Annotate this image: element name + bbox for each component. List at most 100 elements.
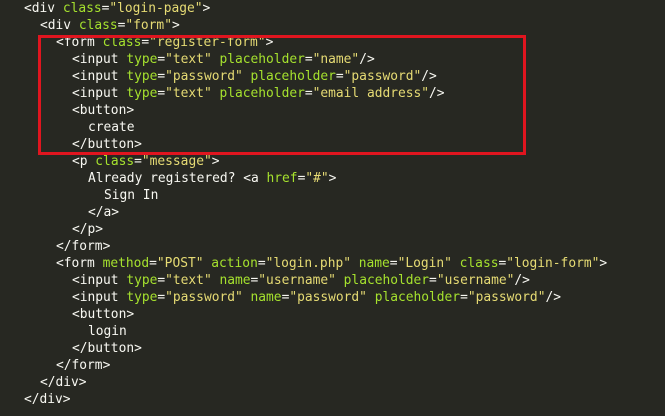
- code-line[interactable]: </form>: [8, 238, 607, 255]
- code-token-tag: [452, 256, 460, 271]
- code-line[interactable]: create: [8, 119, 607, 136]
- code-token-attr: placeholder: [374, 290, 461, 305]
- code-token-tag: =: [335, 69, 344, 84]
- code-token-tag: <form: [56, 256, 103, 271]
- code-token-attr: type: [126, 273, 158, 288]
- code-token-attr: type: [126, 69, 158, 84]
- code-line[interactable]: </button>: [8, 340, 607, 357]
- code-line[interactable]: </a>: [8, 204, 607, 221]
- code-line[interactable]: <form class="register-form">: [8, 34, 607, 51]
- code-line[interactable]: </p>: [8, 221, 607, 238]
- code-editor[interactable]: <div class="login-page"> <div class="form…: [0, 0, 665, 416]
- code-line[interactable]: login: [8, 323, 607, 340]
- code-token-tag: <input: [72, 86, 127, 101]
- code-token-tag: />: [514, 273, 530, 288]
- code-token-tag: =: [141, 35, 150, 50]
- code-line[interactable]: Sign In: [8, 187, 607, 204]
- code-line[interactable]: <input type="text" name="username" place…: [8, 272, 607, 289]
- code-token-tag: =: [157, 290, 166, 305]
- code-token-tag: />: [429, 86, 445, 101]
- code-token-tag: [336, 273, 344, 288]
- code-token-str: "register-form": [149, 35, 266, 50]
- code-token-tag: =: [157, 86, 166, 101]
- code-token-str: "password": [467, 290, 546, 305]
- code-token-attr: class: [102, 35, 142, 50]
- code-line[interactable]: Already registered? <a href="#">: [8, 170, 607, 187]
- code-line[interactable]: <div class="form">: [8, 17, 607, 34]
- code-line[interactable]: <input type="password" name="password" p…: [8, 289, 607, 306]
- code-token-tag: [243, 290, 251, 305]
- code-token-str: "password": [343, 69, 422, 84]
- code-line[interactable]: <div class="login-page">: [8, 0, 607, 17]
- code-line[interactable]: <button>: [8, 102, 607, 119]
- code-token-attr: placeholder: [219, 86, 305, 101]
- code-token-str: "email address": [312, 86, 430, 101]
- code-token-tag: >: [171, 18, 180, 33]
- code-token-tag: =: [134, 154, 142, 169]
- code-token-tag: />: [545, 290, 561, 305]
- code-token-tag: </button>: [72, 137, 142, 152]
- code-token-str: "name": [312, 52, 360, 67]
- code-line[interactable]: <button>: [8, 306, 607, 323]
- code-token-str: "text": [165, 52, 212, 67]
- code-line[interactable]: </form>: [8, 357, 607, 374]
- code-line[interactable]: <p class="message">: [8, 153, 607, 170]
- code-token-str: "#": [305, 171, 329, 186]
- code-token-tag: </div>: [40, 375, 87, 390]
- code-token-tag: </a>: [88, 205, 120, 220]
- code-token-attr: placeholder: [250, 69, 336, 84]
- code-token-attr: type: [126, 86, 158, 101]
- code-token-tag: >: [265, 35, 274, 50]
- code-token-tag: <button>: [72, 103, 135, 118]
- code-token-attr: class: [62, 1, 102, 16]
- code-token-str: "text": [165, 86, 212, 101]
- code-token-tag: =: [157, 273, 166, 288]
- code-token-tag: >: [202, 1, 211, 16]
- code-token-tag: =: [389, 256, 398, 271]
- code-token-tag: <input: [72, 290, 127, 305]
- code-token-attr: href: [266, 171, 298, 186]
- code-token-str: "username": [258, 273, 336, 288]
- code-token-tag: =: [460, 290, 468, 305]
- code-token-attr: method: [102, 256, 150, 271]
- code-token-str: "login.php": [265, 256, 351, 271]
- code-token-attr: type: [126, 290, 158, 305]
- code-line[interactable]: <input type="text" placeholder="email ad…: [8, 85, 607, 102]
- code-token-str: "password": [165, 69, 243, 84]
- code-token-tag: >: [599, 256, 608, 271]
- code-token-attr: class: [95, 154, 135, 169]
- code-token-str: "login-page": [109, 1, 203, 16]
- code-token-str: "text": [165, 273, 212, 288]
- code-line[interactable]: <input type="password" placeholder="pass…: [8, 68, 607, 85]
- code-token-txt: Already registered?: [88, 171, 244, 186]
- code-line[interactable]: </button>: [8, 136, 607, 153]
- code-token-tag: =: [257, 256, 266, 271]
- code-token-str: "password": [289, 290, 367, 305]
- code-line[interactable]: </div>: [8, 374, 607, 391]
- code-token-tag: </form>: [56, 239, 111, 254]
- code-token-attr: placeholder: [343, 273, 430, 288]
- code-token-txt: login: [88, 324, 127, 339]
- code-token-tag: [367, 290, 375, 305]
- code-token-tag: =: [304, 86, 313, 101]
- code-token-tag: </button>: [72, 341, 142, 356]
- code-token-tag: >: [328, 171, 337, 186]
- code-token-attr: class: [459, 256, 499, 271]
- code-token-str: "login-form": [506, 256, 600, 271]
- code-token-tag: <div: [24, 1, 63, 16]
- code-token-tag: [351, 256, 359, 271]
- code-line[interactable]: </div>: [8, 391, 607, 408]
- code-token-tag: </p>: [72, 222, 104, 237]
- code-token-tag: />: [359, 52, 375, 67]
- code-line[interactable]: <form method="POST" action="login.php" n…: [8, 255, 607, 272]
- code-token-tag: </div>: [24, 392, 71, 407]
- code-lines: <div class="login-page"> <div class="form…: [8, 0, 607, 408]
- code-token-tag: <button>: [72, 307, 135, 322]
- code-line[interactable]: <input type="text" placeholder="name"/>: [8, 51, 607, 68]
- code-token-tag: <input: [72, 69, 127, 84]
- code-token-tag: />: [421, 69, 437, 84]
- code-token-tag: >: [211, 154, 220, 169]
- code-token-str: "password": [165, 290, 243, 305]
- code-token-tag: <input: [72, 52, 127, 67]
- code-token-txt: create: [88, 120, 135, 135]
